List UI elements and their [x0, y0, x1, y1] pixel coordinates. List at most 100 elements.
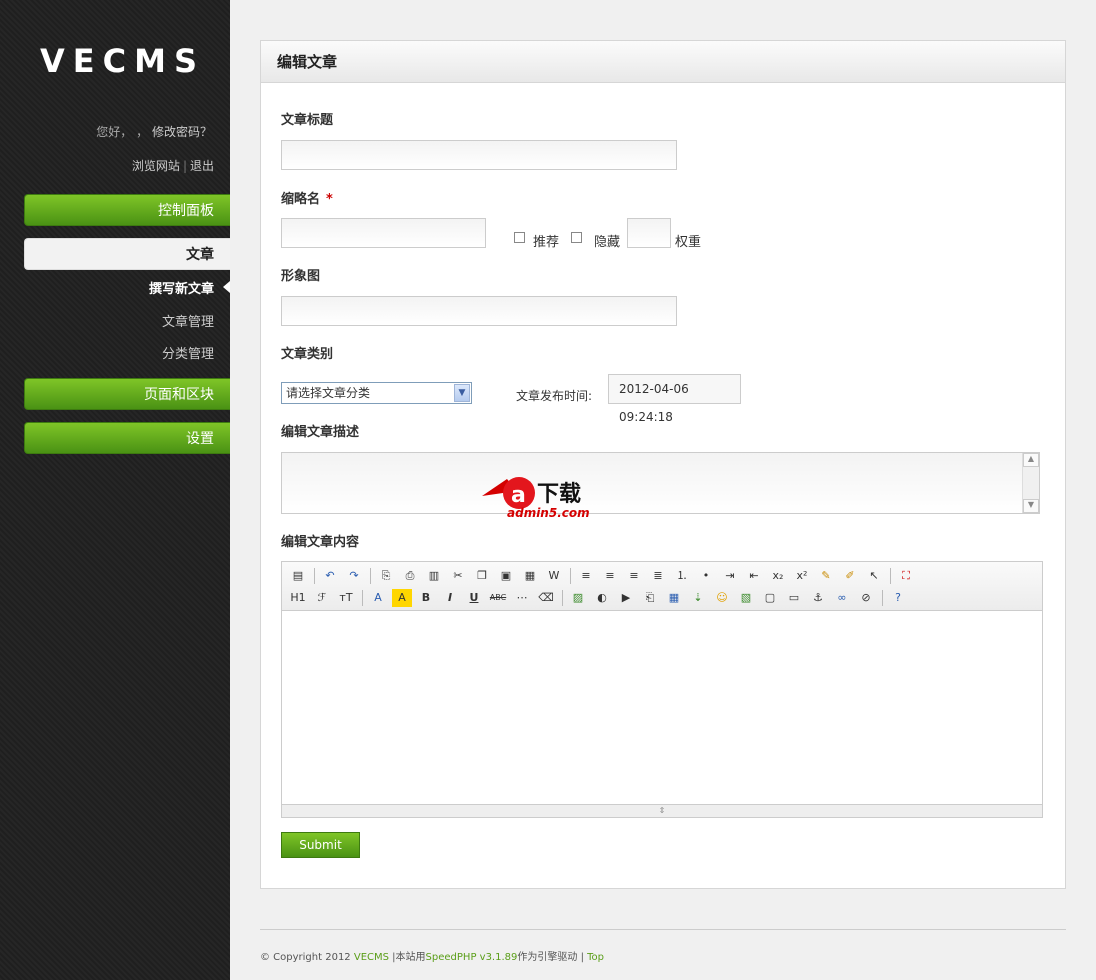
- superscript-icon[interactable]: x²: [792, 567, 812, 585]
- footer-divider: [260, 929, 1066, 930]
- browse-site-link[interactable]: 浏览网站: [132, 159, 180, 173]
- eraser-icon[interactable]: ⌫: [536, 589, 556, 607]
- paste-icon[interactable]: ▣: [496, 567, 516, 585]
- source-icon[interactable]: ▤: [288, 567, 308, 585]
- subnav-category-manage[interactable]: 分类管理: [162, 343, 214, 362]
- toolbar-divider: [882, 590, 883, 606]
- code-icon[interactable]: ▢: [760, 589, 780, 607]
- toolbar-divider: [370, 568, 371, 584]
- footer-speedphp-link[interactable]: SpeedPHP v3.1.89: [426, 952, 518, 963]
- footer-powered: 本站用: [395, 952, 426, 963]
- recommend-label: 推荐: [533, 235, 560, 250]
- italic-icon[interactable]: I: [440, 589, 460, 607]
- unordered-list-icon[interactable]: •: [696, 567, 716, 585]
- toolbar-row-1: ▤ ↶ ↷ ⎘ ⎙ ▥ ✂ ❐ ▣ ▦ W ≡ ≡ ≡ ≣ ⒈ • ⇥ ⇤ x₂: [288, 565, 1036, 587]
- toolbar-divider: [890, 568, 891, 584]
- link-icon[interactable]: ∞: [832, 589, 852, 607]
- nav-settings[interactable]: 设置: [24, 422, 230, 454]
- content-label: 编辑文章内容: [281, 535, 360, 550]
- scroll-down-icon[interactable]: ▼: [1023, 499, 1039, 513]
- help-icon[interactable]: ?: [888, 589, 908, 607]
- subnav-article-manage[interactable]: 文章管理: [162, 311, 214, 330]
- strikethrough-icon[interactable]: ABC: [488, 589, 508, 607]
- redo-icon[interactable]: ↷: [344, 567, 364, 585]
- align-left-icon[interactable]: ≡: [576, 567, 596, 585]
- font-size-icon[interactable]: тT: [336, 589, 356, 607]
- emoticon-icon[interactable]: ☺: [712, 589, 732, 607]
- footer-vecms-link[interactable]: VECMS: [354, 952, 389, 963]
- change-password-link[interactable]: 修改密码？: [152, 125, 212, 139]
- select-all-icon[interactable]: ✐: [840, 567, 860, 585]
- clear-format-icon[interactable]: ✎: [816, 567, 836, 585]
- preview-icon[interactable]: ⎘: [376, 567, 396, 585]
- category-select[interactable]: 请选择文章分类 ▼: [281, 382, 472, 404]
- fullscreen-icon[interactable]: ⛶: [896, 567, 916, 585]
- heading-icon[interactable]: H1: [288, 589, 308, 607]
- title-input[interactable]: [281, 140, 677, 170]
- weight-label: 权重: [675, 235, 702, 250]
- chevron-down-icon[interactable]: ▼: [454, 384, 470, 402]
- underline-icon[interactable]: U: [464, 589, 484, 607]
- pagebreak-icon[interactable]: ▭: [784, 589, 804, 607]
- font-family-icon[interactable]: ℱ: [312, 589, 332, 607]
- footer-engine: 作为引擎驱动: [517, 952, 578, 963]
- anchor-icon[interactable]: ⚓: [808, 589, 828, 607]
- submit-button[interactable]: Submit: [281, 832, 360, 858]
- greeting-text: 您好，: [96, 125, 133, 139]
- pubtime-label: 文章发布时间:: [516, 389, 593, 403]
- ordered-list-icon[interactable]: ⒈: [672, 567, 692, 585]
- copy-icon[interactable]: ❐: [472, 567, 492, 585]
- editor-resize-handle[interactable]: ⇕: [282, 804, 1042, 817]
- nav-dashboard[interactable]: 控制面板: [24, 194, 230, 226]
- nav-pages-blocks[interactable]: 页面和区块: [24, 378, 230, 410]
- indent-icon[interactable]: ⇥: [720, 567, 740, 585]
- pointer-icon[interactable]: ↖: [864, 567, 884, 585]
- footer-top-link[interactable]: Top: [587, 952, 604, 963]
- pubtime-input[interactable]: 2012-04-06 09:24:18: [608, 374, 741, 424]
- logout-link[interactable]: 退出: [190, 159, 214, 173]
- hide-label: 隐藏: [594, 235, 621, 250]
- edit-article-panel: 编辑文章 文章标题 缩略名 * 推荐 隐藏 权重 形象图 文章类别 请选择文章分类…: [260, 40, 1066, 889]
- toolbar-divider: [570, 568, 571, 584]
- outdent-icon[interactable]: ⇤: [744, 567, 764, 585]
- align-justify-icon[interactable]: ≣: [648, 567, 668, 585]
- subscript-icon[interactable]: x₂: [768, 567, 788, 585]
- table-icon[interactable]: ▦: [664, 589, 684, 607]
- picture-icon[interactable]: ▧: [736, 589, 756, 607]
- image-input[interactable]: [281, 296, 677, 326]
- scroll-up-icon[interactable]: ▲: [1023, 453, 1039, 467]
- subnav-new-article[interactable]: 撰写新文章: [149, 278, 230, 297]
- highlight-icon[interactable]: A: [392, 589, 412, 607]
- title-label: 文章标题: [281, 113, 334, 128]
- category-label: 文章类别: [281, 347, 334, 362]
- desc-scrollbar[interactable]: ▲ ▼: [1022, 453, 1039, 513]
- print-icon[interactable]: ⎙: [400, 567, 420, 585]
- insert-icon[interactable]: ⇣: [688, 589, 708, 607]
- slug-input[interactable]: [281, 218, 486, 248]
- font-color-icon[interactable]: A: [368, 589, 388, 607]
- hide-checkbox[interactable]: [571, 232, 582, 243]
- recommend-checkbox[interactable]: [514, 232, 525, 243]
- cut-icon[interactable]: ✂: [448, 567, 468, 585]
- paste-word-icon[interactable]: W: [544, 567, 564, 585]
- toolbar-divider: [362, 590, 363, 606]
- flash-icon[interactable]: ◐: [592, 589, 612, 607]
- editor-body[interactable]: [282, 611, 1042, 804]
- template-icon[interactable]: ▥: [424, 567, 444, 585]
- footer-copyright: © Copyright 2012: [260, 952, 351, 963]
- media-icon[interactable]: ▶: [616, 589, 636, 607]
- nav-article[interactable]: 文章: [24, 238, 230, 270]
- undo-icon[interactable]: ↶: [320, 567, 340, 585]
- unlink-icon[interactable]: ⊘: [856, 589, 876, 607]
- weight-input[interactable]: [627, 218, 671, 248]
- hr-icon[interactable]: ⋯: [512, 589, 532, 607]
- align-center-icon[interactable]: ≡: [600, 567, 620, 585]
- attachment-icon[interactable]: ⎗: [640, 589, 660, 607]
- align-right-icon[interactable]: ≡: [624, 567, 644, 585]
- footer: © Copyright 2012 VECMS | 本站用SpeedPHP v3.1…: [260, 948, 604, 963]
- paste-text-icon[interactable]: ▦: [520, 567, 540, 585]
- image-icon[interactable]: ▨: [568, 589, 588, 607]
- logo: VECMS: [40, 42, 205, 80]
- desc-textarea[interactable]: ▲ ▼ a 下载 admin5.com: [281, 452, 1040, 520]
- bold-icon[interactable]: B: [416, 589, 436, 607]
